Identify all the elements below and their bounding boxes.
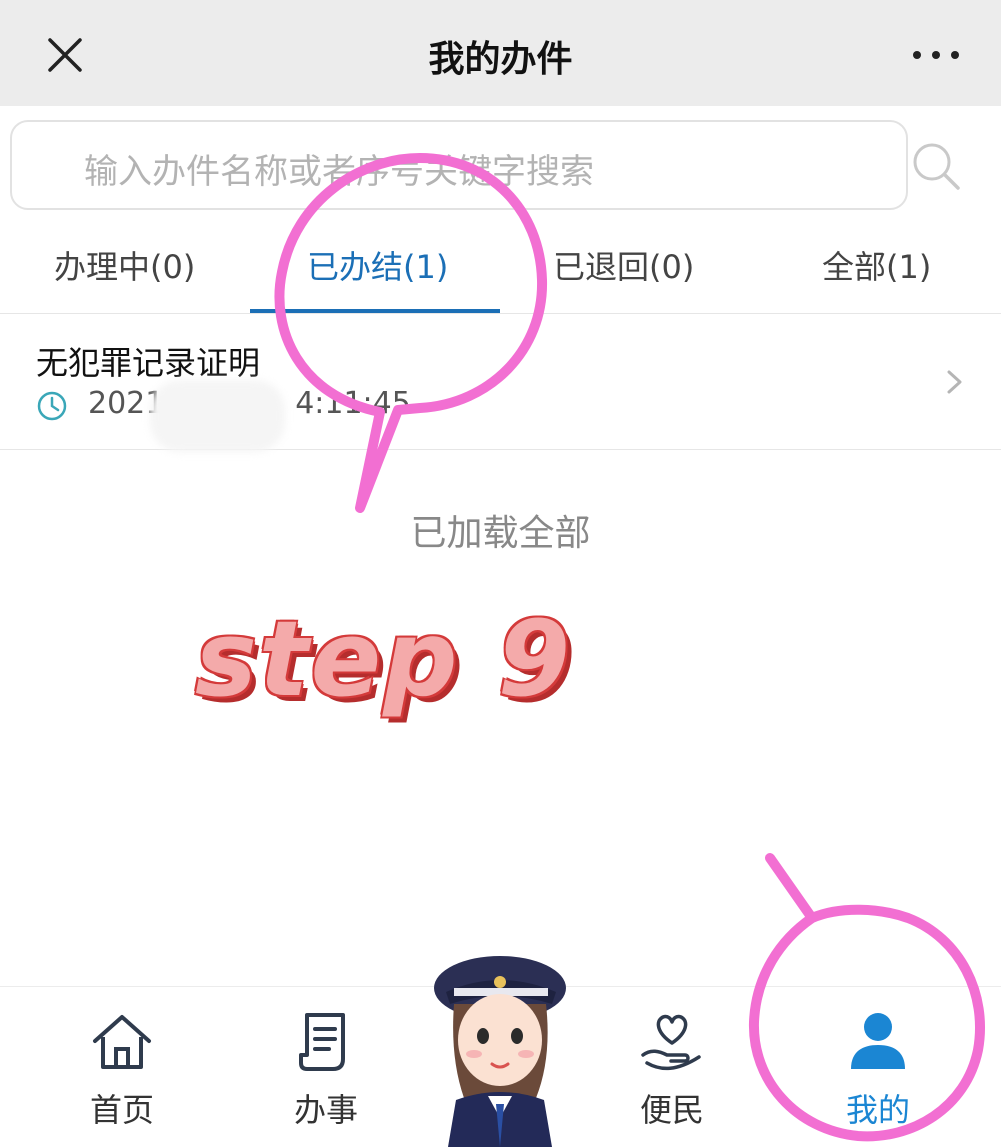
search-input[interactable]: 输入办件名称或者序号关键字搜索	[10, 120, 908, 210]
tab-completed[interactable]: 已办结(1)	[307, 242, 448, 288]
nav-convenience-label: 便民	[639, 1091, 704, 1129]
chevron-right-icon	[947, 370, 962, 394]
clock-icon	[37, 391, 67, 421]
more-icon[interactable]	[911, 40, 961, 70]
item-title: 无犯罪记录证明	[36, 344, 261, 382]
active-tab-indicator	[250, 309, 500, 313]
tab-all[interactable]: 全部(1)	[822, 242, 931, 288]
police-mascot-image	[434, 956, 566, 1147]
step-label: step 9	[195, 598, 573, 720]
list-item[interactable]: 无犯罪记录证明 2021- 4:11:45	[0, 314, 1001, 452]
tab-in-progress[interactable]: 办理中(0)	[54, 242, 195, 288]
nav-home[interactable]: 首页	[62, 1007, 182, 1131]
nav-convenience[interactable]: 便民	[612, 1007, 732, 1131]
loaded-all-text: 已加载全部	[410, 513, 591, 554]
nav-mine-label: 我的	[845, 1091, 910, 1129]
search-placeholder: 输入办件名称或者序号关键字搜索	[84, 152, 594, 192]
heart-hand-icon	[641, 1014, 701, 1071]
redaction-blur	[150, 380, 285, 452]
nav-services-label: 办事	[293, 1091, 358, 1129]
status-tabs: 办理中(0) 已办结(1) 已退回(0) 全部(1)	[0, 216, 1001, 314]
tab-returned[interactable]: 已退回(0)	[553, 242, 694, 288]
search-icon[interactable]	[910, 140, 962, 192]
home-icon	[93, 1015, 151, 1069]
item-time-suffix: 4:11:45	[295, 386, 411, 421]
top-bar: 我的办件	[0, 0, 1001, 106]
nav-services[interactable]: 办事	[266, 1007, 386, 1131]
user-icon	[851, 1013, 905, 1069]
document-icon	[299, 1013, 345, 1071]
nav-mine[interactable]: 我的	[818, 1007, 938, 1131]
search-row: 输入办件名称或者序号关键字搜索	[0, 106, 1001, 216]
nav-home-label: 首页	[89, 1091, 154, 1129]
page-title: 我的办件	[428, 39, 573, 80]
